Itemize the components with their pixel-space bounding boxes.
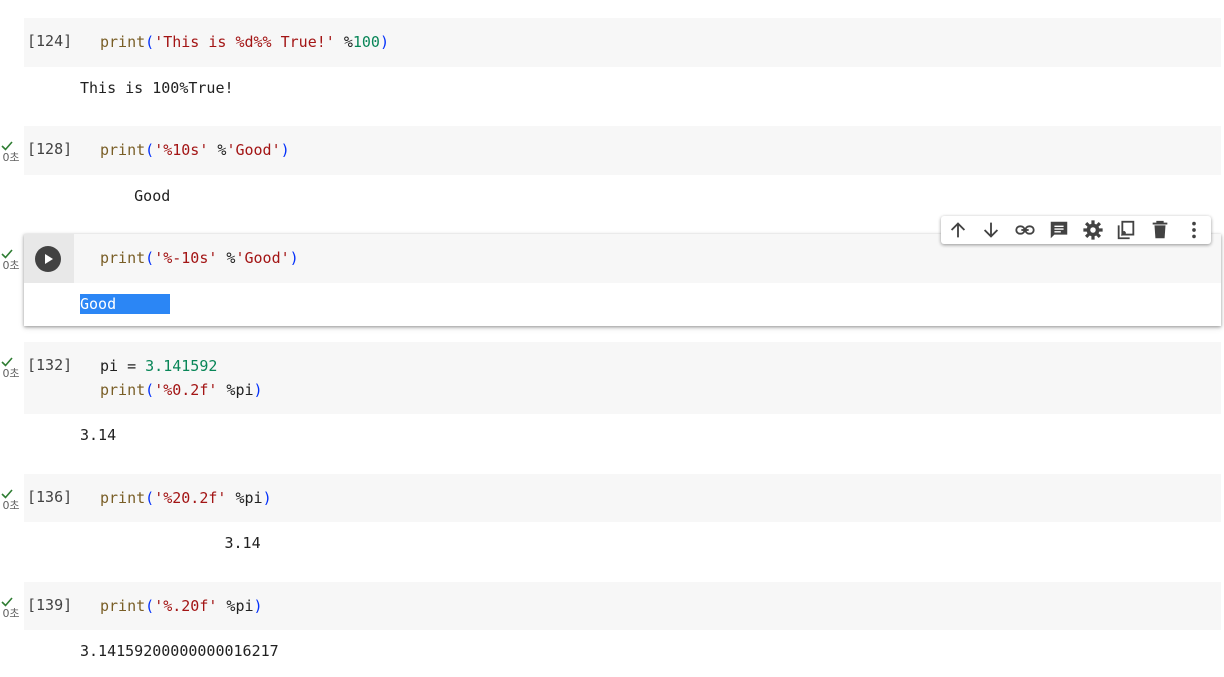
elapsed-time: 0초: [2, 259, 20, 272]
gear-icon[interactable]: [1081, 218, 1105, 242]
run-status: 0초: [0, 596, 22, 619]
more-vert-icon[interactable]: [1182, 218, 1206, 242]
execution-count: [139]: [27, 596, 73, 614]
selected-output-text[interactable]: Good: [80, 294, 170, 314]
cell-output: 3.14159200000000016217: [80, 642, 279, 660]
code-cell[interactable]: 0초 [132] pi = 3.141592 print('%0.2f' %pi…: [0, 342, 1224, 457]
cell-output: 3.14: [80, 534, 261, 552]
cell-output: Good: [89, 187, 171, 205]
elapsed-time: 0초: [2, 499, 20, 512]
run-status: 0초: [0, 140, 22, 163]
link-icon[interactable]: [1013, 218, 1037, 242]
code-line: print('%.20f' %pi): [100, 597, 263, 615]
run-status: 0초: [0, 488, 22, 511]
arrow-down-icon[interactable]: [979, 218, 1003, 242]
code-line: print('%10s' %'Good'): [100, 141, 290, 159]
cell-toolbar: [941, 216, 1211, 244]
code-line: print('This is %d%% True!' %100): [100, 33, 389, 51]
run-cell-button[interactable]: [35, 246, 61, 272]
execution-count: [132]: [27, 356, 73, 374]
cell-output: This is 100%True!: [80, 79, 234, 97]
run-status: 0초: [0, 248, 22, 271]
execution-count: [124]: [27, 32, 73, 50]
selected-code-cell[interactable]: print('%-10s' %'Good'): [24, 234, 1221, 326]
code-cell[interactable]: [124] print('This is %d%% True!' %100) T…: [0, 18, 1224, 108]
run-status: 0초: [0, 356, 22, 379]
code-line: print('%0.2f' %pi): [100, 381, 263, 399]
code-cell[interactable]: 0초 [136] print('%20.2f' %pi) 3.14: [0, 474, 1224, 564]
code-cell[interactable]: 0초 [139] print('%.20f' %pi) 3.1415920000…: [0, 582, 1224, 672]
cell-output: 3.14: [80, 426, 117, 444]
code-cell[interactable]: 0초 [128] print('%10s' %'Good') Good: [0, 126, 1224, 216]
execution-count: [136]: [27, 488, 73, 506]
elapsed-time: 0초: [2, 607, 20, 620]
elapsed-time: 0초: [2, 367, 20, 380]
comment-icon[interactable]: [1047, 218, 1071, 242]
code-line: print('%20.2f' %pi): [100, 489, 272, 507]
mirror-cell-icon[interactable]: [1114, 218, 1138, 242]
code-line: print('%-10s' %'Good'): [100, 249, 299, 267]
elapsed-time: 0초: [2, 151, 20, 164]
trash-icon[interactable]: [1148, 218, 1172, 242]
arrow-up-icon[interactable]: [946, 218, 970, 242]
code-line: pi = 3.141592: [100, 357, 218, 375]
execution-count: [128]: [27, 140, 73, 158]
